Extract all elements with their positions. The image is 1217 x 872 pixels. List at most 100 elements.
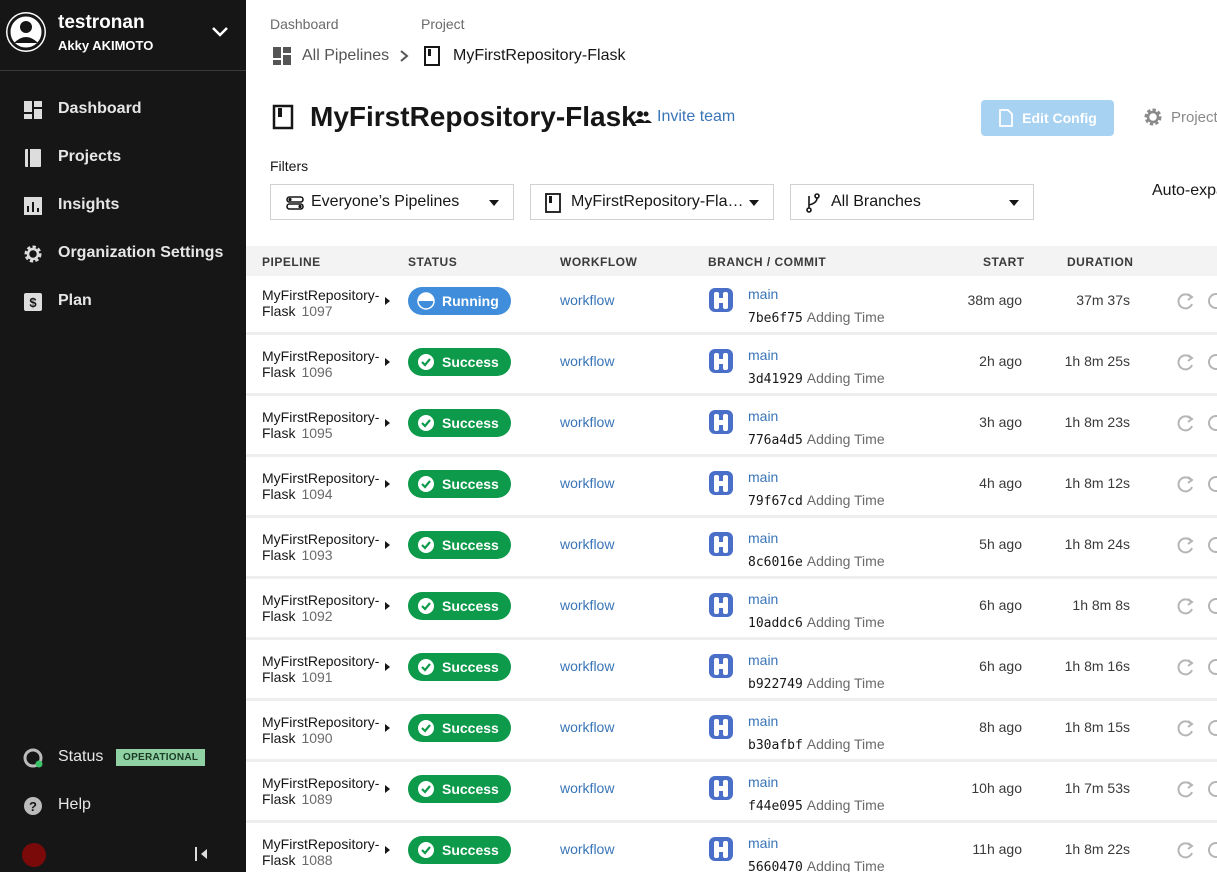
status-badge[interactable]: Success xyxy=(408,409,511,437)
workflow-link[interactable]: workflow xyxy=(560,597,614,613)
workflow-link[interactable]: workflow xyxy=(560,414,614,430)
commit-info[interactable]: f44e095 Adding Time xyxy=(748,797,885,814)
table-row[interactable]: MyFirstRepository- Flask 1088 Success workfl… xyxy=(246,826,1217,872)
table-row[interactable]: MyFirstRepository- Flask 1094 Success workfl… xyxy=(246,460,1217,518)
rerun-icon[interactable] xyxy=(1176,474,1196,494)
rerun-icon[interactable] xyxy=(1176,413,1196,433)
workflow-link[interactable]: workflow xyxy=(560,658,614,674)
commit-info[interactable]: 5660470 Adding Time xyxy=(748,858,885,872)
commit-info[interactable]: 776a4d5 Adding Time xyxy=(748,431,885,448)
branches-filter-dropdown[interactable]: All Branches xyxy=(790,184,1034,220)
sidebar-item-dashboard[interactable]: Dashboard xyxy=(0,90,246,130)
status-badge[interactable]: Success xyxy=(408,836,511,864)
workflow-link[interactable]: workflow xyxy=(560,475,614,491)
branch-link[interactable]: main xyxy=(748,286,778,302)
more-actions-icon[interactable] xyxy=(1208,293,1217,309)
status-badge[interactable]: Success xyxy=(408,348,511,376)
branch-link[interactable]: main xyxy=(748,469,778,485)
pipeline-name[interactable]: MyFirstRepository- Flask 1096 xyxy=(262,348,379,380)
more-actions-icon[interactable] xyxy=(1208,842,1217,858)
expand-caret-icon[interactable] xyxy=(385,602,390,610)
sidebar-item-help[interactable]: ? Help xyxy=(0,786,246,826)
table-row[interactable]: MyFirstRepository- Flask 1092 Success workfl… xyxy=(246,582,1217,640)
workflow-link[interactable]: workflow xyxy=(560,353,614,369)
commit-info[interactable]: 7be6f75 Adding Time xyxy=(748,309,885,326)
table-row[interactable]: MyFirstRepository- Flask 1091 Success workfl… xyxy=(246,643,1217,701)
rerun-icon[interactable] xyxy=(1176,596,1196,616)
table-row[interactable]: MyFirstRepository- Flask 1093 Success workfl… xyxy=(246,521,1217,579)
project-filter-dropdown[interactable]: MyFirstRepository-Fla… xyxy=(530,184,774,220)
more-actions-icon[interactable] xyxy=(1208,537,1217,553)
branch-link[interactable]: main xyxy=(748,713,778,729)
status-badge[interactable]: Success xyxy=(408,775,511,803)
branch-link[interactable]: main xyxy=(748,530,778,546)
pipeline-name[interactable]: MyFirstRepository- Flask 1090 xyxy=(262,714,379,746)
pipeline-name[interactable]: MyFirstRepository- Flask 1095 xyxy=(262,409,379,441)
pipeline-name[interactable]: MyFirstRepository- Flask 1094 xyxy=(262,470,379,502)
expand-caret-icon[interactable] xyxy=(385,724,390,732)
expand-caret-icon[interactable] xyxy=(385,541,390,549)
commit-info[interactable]: b30afbf Adding Time xyxy=(748,736,885,753)
commit-info[interactable]: b922749 Adding Time xyxy=(748,675,885,692)
expand-caret-icon[interactable] xyxy=(385,846,390,854)
status-badge[interactable]: Success xyxy=(408,470,511,498)
status-badge[interactable]: Success xyxy=(408,714,511,742)
pipeline-name[interactable]: MyFirstRepository- Flask 1093 xyxy=(262,531,379,563)
expand-caret-icon[interactable] xyxy=(385,297,390,305)
more-actions-icon[interactable] xyxy=(1208,476,1217,492)
project-settings-button[interactable]: Project Settings xyxy=(1143,107,1217,127)
commit-info[interactable]: 10addc6 Adding Time xyxy=(748,614,885,631)
table-row[interactable]: MyFirstRepository- Flask 1095 Success workfl… xyxy=(246,399,1217,457)
status-badge[interactable]: Running xyxy=(408,287,511,315)
commit-info[interactable]: 8c6016e Adding Time xyxy=(748,553,885,570)
expand-caret-icon[interactable] xyxy=(385,358,390,366)
workflow-link[interactable]: workflow xyxy=(560,841,614,857)
more-actions-icon[interactable] xyxy=(1208,598,1217,614)
auto-expand-toggle[interactable]: Auto-expand xyxy=(1152,182,1217,200)
expand-caret-icon[interactable] xyxy=(385,785,390,793)
collapse-sidebar-icon[interactable] xyxy=(193,845,211,863)
branch-link[interactable]: main xyxy=(748,591,778,607)
branch-link[interactable]: main xyxy=(748,835,778,851)
sidebar-item-projects[interactable]: Projects xyxy=(0,138,246,178)
branch-link[interactable]: main xyxy=(748,347,778,363)
edit-config-button[interactable]: Edit Config xyxy=(981,100,1114,136)
pipelines-filter-dropdown[interactable]: Everyone’s Pipelines xyxy=(270,184,514,220)
commit-info[interactable]: 3d41929 Adding Time xyxy=(748,370,885,387)
pipeline-name[interactable]: MyFirstRepository- Flask 1088 xyxy=(262,836,379,868)
more-actions-icon[interactable] xyxy=(1208,354,1217,370)
commit-info[interactable]: 79f67cd Adding Time xyxy=(748,492,885,509)
more-actions-icon[interactable] xyxy=(1208,781,1217,797)
table-row[interactable]: MyFirstRepository- Flask 1096 Success workfl… xyxy=(246,338,1217,396)
pipeline-name[interactable]: MyFirstRepository- Flask 1097 xyxy=(262,287,379,319)
pipeline-name[interactable]: MyFirstRepository- Flask 1092 xyxy=(262,592,379,624)
rerun-icon[interactable] xyxy=(1176,352,1196,372)
chevron-down-icon[interactable] xyxy=(210,22,230,42)
pipeline-name[interactable]: MyFirstRepository- Flask 1091 xyxy=(262,653,379,685)
user-avatar[interactable] xyxy=(22,843,46,867)
workflow-link[interactable]: workflow xyxy=(560,780,614,796)
sidebar-item-plan[interactable]: $ Plan xyxy=(0,282,246,322)
rerun-icon[interactable] xyxy=(1176,657,1196,677)
expand-caret-icon[interactable] xyxy=(385,480,390,488)
pipeline-name[interactable]: MyFirstRepository- Flask 1089 xyxy=(262,775,379,807)
sidebar-item-insights[interactable]: Insights xyxy=(0,186,246,226)
status-badge[interactable]: Success xyxy=(408,592,511,620)
branch-link[interactable]: main xyxy=(748,408,778,424)
breadcrumb-current-project[interactable]: MyFirstRepository-Flask xyxy=(424,46,625,66)
workflow-link[interactable]: workflow xyxy=(560,292,614,308)
workflow-link[interactable]: workflow xyxy=(560,536,614,552)
table-row[interactable]: MyFirstRepository- Flask 1090 Success workfl… xyxy=(246,704,1217,762)
status-badge[interactable]: Success xyxy=(408,653,511,681)
expand-caret-icon[interactable] xyxy=(385,663,390,671)
status-badge[interactable]: Success xyxy=(408,531,511,559)
rerun-icon[interactable] xyxy=(1176,840,1196,860)
workflow-link[interactable]: workflow xyxy=(560,719,614,735)
sidebar-item-organization-settings[interactable]: Organization Settings xyxy=(0,234,246,274)
rerun-icon[interactable] xyxy=(1176,535,1196,555)
rerun-icon[interactable] xyxy=(1176,779,1196,799)
more-actions-icon[interactable] xyxy=(1208,659,1217,675)
more-actions-icon[interactable] xyxy=(1208,720,1217,736)
branch-link[interactable]: main xyxy=(748,774,778,790)
rerun-icon[interactable] xyxy=(1176,718,1196,738)
